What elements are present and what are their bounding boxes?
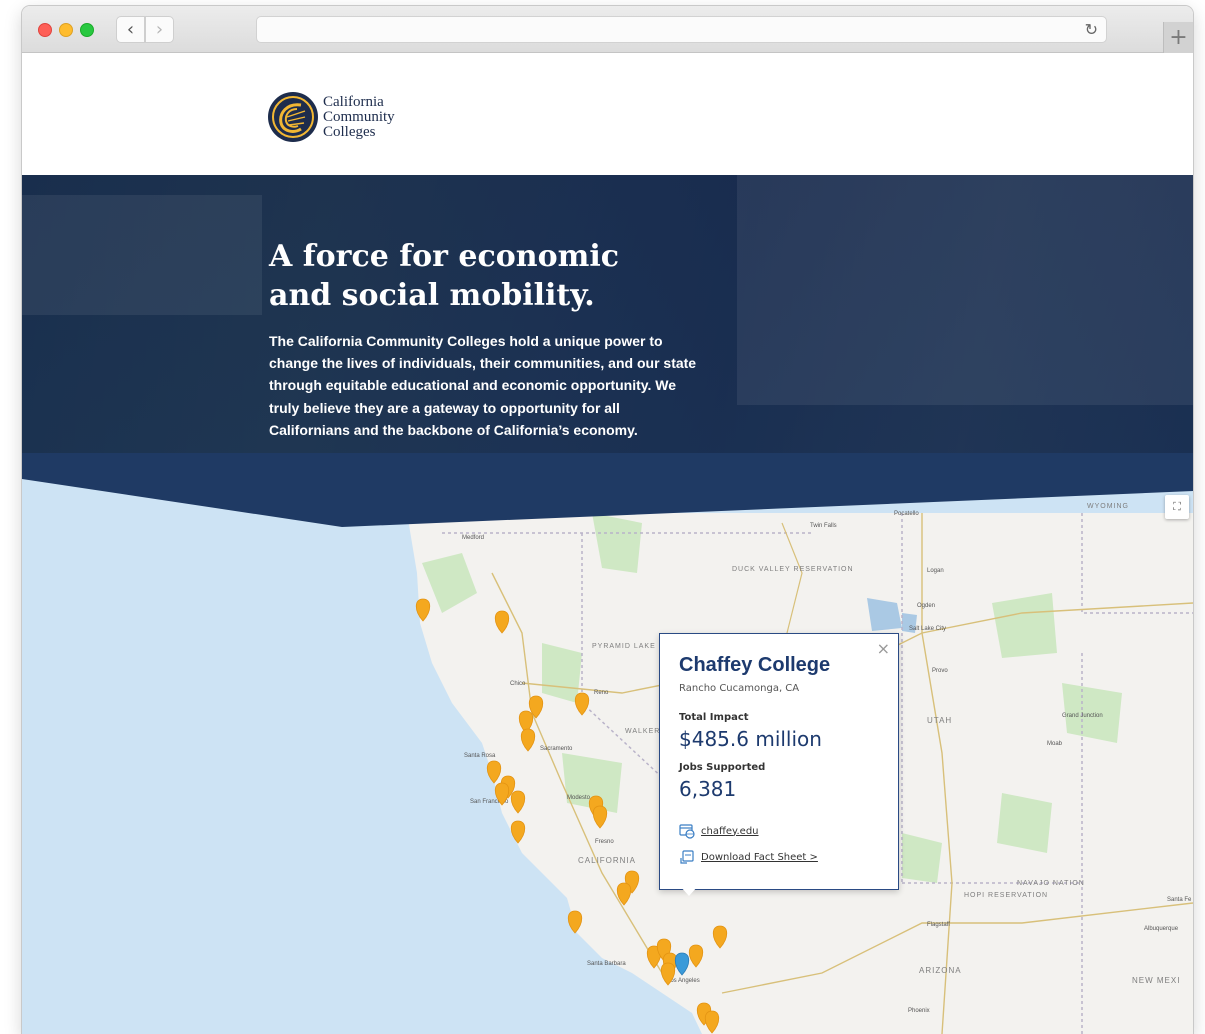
- web-page: California Community Colleges A force fo…: [22, 53, 1193, 1034]
- logo-line-3: Colleges: [323, 123, 376, 140]
- map-label: Moab: [1047, 741, 1063, 747]
- map-label: HOPI RESERVATION: [964, 892, 1048, 899]
- hero-description: The California Community Colleges hold a…: [269, 333, 697, 438]
- map-label: Chico: [510, 681, 526, 687]
- hero-building-shape: [737, 175, 1193, 405]
- hero-title-line-2: and social mobility.: [269, 278, 595, 313]
- globe-icon: [679, 824, 695, 839]
- fact-sheet-link-text[interactable]: Download Fact Sheet >: [701, 852, 818, 863]
- colleges-map[interactable]: WYOMING DUCK VALLEY RESERVATION PYRAMID …: [22, 453, 1193, 1034]
- document-download-icon: [680, 850, 694, 864]
- new-tab-label: +: [1169, 25, 1188, 50]
- website-link-text[interactable]: chaffey.edu: [701, 826, 759, 837]
- map-label: Salt Lake City: [909, 626, 946, 632]
- map-label: Reno: [594, 690, 609, 696]
- college-info-popup: × Chaffey College Rancho Cucamonga, CA T…: [659, 633, 899, 890]
- hero-title: A force for economic and social mobility…: [269, 237, 699, 315]
- map-label: Grand Junction: [1062, 713, 1103, 719]
- logo-line-2: Community: [323, 108, 395, 125]
- map-label: Santa Rosa: [464, 753, 496, 759]
- chevron-left-icon: ‹: [126, 19, 135, 40]
- map-label: Ogden: [917, 603, 935, 609]
- close-window-button[interactable]: [38, 23, 52, 37]
- college-name: Chaffey College: [679, 654, 831, 676]
- browser-toolbar: ‹ › ↻ +: [22, 6, 1193, 53]
- logo[interactable]: California Community Colleges: [267, 91, 395, 143]
- map-label: Santa Fe: [1167, 897, 1192, 903]
- close-icon[interactable]: ×: [877, 639, 890, 658]
- map-label: Provo: [932, 668, 948, 674]
- forward-button[interactable]: ›: [145, 16, 174, 43]
- hero-title-line-1: A force for economic: [269, 239, 619, 274]
- site-header: California Community Colleges: [22, 53, 1193, 175]
- jobs-supported-label: Jobs Supported: [679, 762, 766, 773]
- map-label: Phoenix: [908, 1008, 930, 1014]
- map-label: Medford: [462, 535, 484, 541]
- total-impact-label: Total Impact: [679, 712, 749, 723]
- back-button[interactable]: ‹: [116, 16, 145, 43]
- map-label: DUCK VALLEY RESERVATION: [732, 566, 854, 573]
- map-label: NEW MEXI: [1132, 976, 1180, 985]
- website-link[interactable]: chaffey.edu: [679, 823, 759, 839]
- chevron-right-icon: ›: [155, 19, 164, 40]
- map-label: ARIZONA: [919, 966, 962, 975]
- zoom-window-button[interactable]: [80, 23, 94, 37]
- map-label: Logan: [927, 568, 944, 574]
- map-label: Sacramento: [540, 746, 573, 752]
- new-tab-button[interactable]: +: [1163, 22, 1193, 53]
- map-label: Santa Barbara: [587, 961, 626, 967]
- popup-pointer: [680, 886, 698, 896]
- map-label: Flagstaff: [927, 922, 950, 928]
- minimize-window-button[interactable]: [59, 23, 73, 37]
- fact-sheet-link[interactable]: Download Fact Sheet >: [679, 849, 818, 865]
- ccc-seal-icon: [268, 92, 318, 142]
- map-canvas[interactable]: WYOMING DUCK VALLEY RESERVATION PYRAMID …: [22, 453, 1193, 1034]
- logo-wordmark: California Community Colleges: [323, 93, 395, 140]
- map-label: Albuquerque: [1144, 926, 1179, 932]
- total-impact-value: $485.6 million: [679, 727, 822, 751]
- jobs-supported-value: 6,381: [679, 777, 737, 801]
- map-label: Modesto: [567, 795, 591, 801]
- reload-icon[interactable]: ↻: [1085, 20, 1098, 39]
- map-label: CALIFORNIA: [578, 856, 636, 865]
- hero-diagonal-edge: [22, 453, 1193, 527]
- logo-line-1: California: [323, 93, 384, 110]
- map-label: Fresno: [595, 839, 614, 845]
- map-label: UTAH: [927, 716, 952, 725]
- map-label: NAVAJO NATION: [1017, 880, 1085, 887]
- address-bar[interactable]: ↻: [256, 16, 1107, 43]
- browser-window: ‹ › ↻ + California Community Colleges A …: [22, 6, 1193, 1034]
- college-location: Rancho Cucamonga, CA: [679, 683, 800, 694]
- hero-building-shape: [22, 195, 262, 315]
